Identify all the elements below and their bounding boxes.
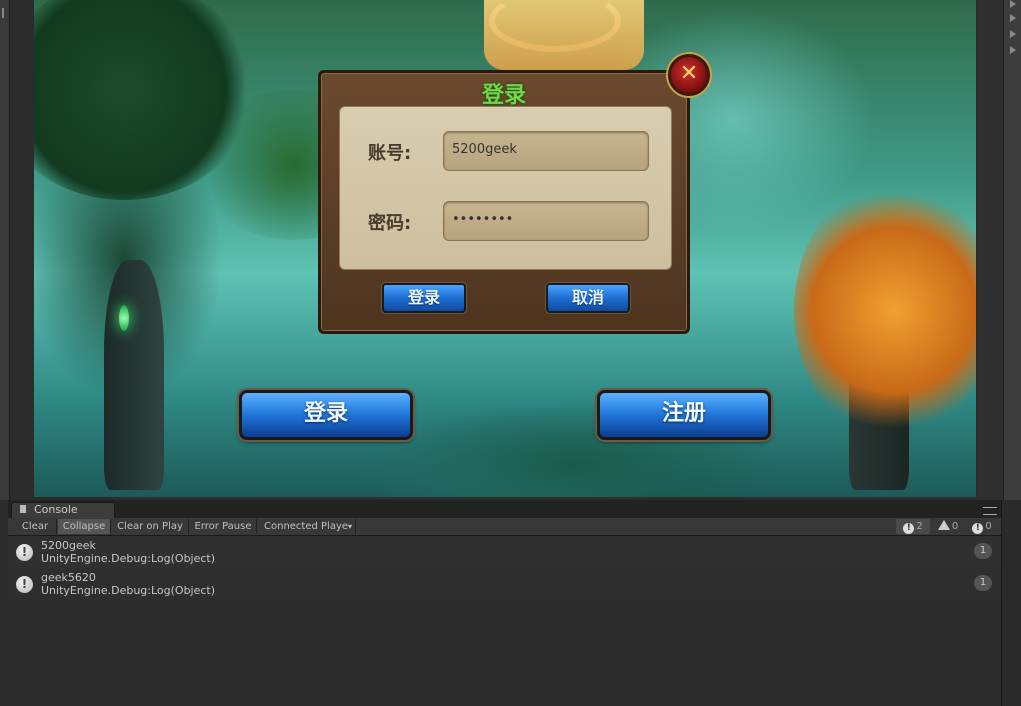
- log-message: 5200geek: [41, 539, 96, 552]
- connected-player-label: Connected Playe: [264, 521, 349, 532]
- expand-arrow-icon[interactable]: [1010, 0, 1016, 8]
- panel-menu-icon[interactable]: [983, 507, 997, 515]
- info-icon: !: [16, 576, 33, 593]
- log-count: 2: [916, 521, 923, 532]
- console-toolbar: Clear Collapse Clear on Play Error Pause…: [8, 518, 1001, 536]
- left-panel-strip: [0, 0, 10, 500]
- log-count-toggle[interactable]: ! 2: [896, 519, 930, 534]
- console-icon: [20, 505, 26, 513]
- main-login-button[interactable]: 登录: [239, 390, 413, 440]
- expand-arrow-icon[interactable]: [1010, 46, 1016, 54]
- login-form-panel: 账号: 5200geek 密码: ••••••••: [339, 106, 672, 270]
- chevron-down-icon: ▾: [347, 522, 352, 531]
- account-label: 账号:: [368, 143, 412, 164]
- log-source: UnityEngine.Debug:Log(Object): [41, 552, 216, 565]
- log-entry[interactable]: ! 5200geek UnityEngine.Debug:Log(Object)…: [8, 536, 1001, 568]
- warning-icon: [937, 520, 950, 530]
- expand-arrow-icon[interactable]: [1010, 14, 1016, 22]
- error-count-toggle[interactable]: ! 0: [966, 519, 998, 534]
- warning-count-toggle[interactable]: 0: [932, 519, 964, 534]
- close-icon[interactable]: ✕: [668, 54, 710, 96]
- console-tab-label: Console: [34, 503, 78, 516]
- error-pause-toggle[interactable]: Error Pause: [190, 519, 257, 534]
- dialog-cancel-button[interactable]: 取消: [546, 283, 630, 313]
- info-icon: !: [16, 544, 33, 561]
- login-dialog: 登录 账号: 5200geek 密码: •••••••• 登录 取消: [318, 70, 690, 334]
- log-message: geek5620: [41, 571, 96, 584]
- main-register-button[interactable]: 注册: [597, 390, 771, 440]
- panel-edge-icon: [2, 8, 8, 18]
- password-input[interactable]: ••••••••: [443, 201, 649, 241]
- error-icon: !: [972, 523, 984, 534]
- info-icon: !: [903, 523, 915, 534]
- password-label: 密码:: [368, 213, 412, 234]
- background-rock-pillar: [104, 260, 164, 490]
- account-input[interactable]: 5200geek: [443, 131, 649, 171]
- dialog-title: 登录: [481, 83, 526, 108]
- log-entry[interactable]: ! geek5620 UnityEngine.Debug:Log(Object)…: [8, 568, 1001, 600]
- console-scrollbar[interactable]: [1001, 500, 1021, 706]
- autumn-tree: [794, 180, 976, 440]
- connected-player-dropdown[interactable]: Connected Playe ▾: [258, 519, 356, 534]
- warning-count: 0: [951, 521, 959, 532]
- collapse-toggle[interactable]: Collapse: [58, 519, 111, 534]
- floating-temple: [484, 0, 644, 70]
- log-entry-count: 1: [974, 543, 992, 559]
- console-panel: Console Clear Collapse Clear on Play Err…: [8, 500, 1001, 706]
- log-source: UnityEngine.Debug:Log(Object): [41, 584, 216, 597]
- log-entry-count: 1: [974, 575, 992, 591]
- error-count: 0: [985, 521, 992, 532]
- clear-on-play-toggle[interactable]: Clear on Play: [112, 519, 189, 534]
- green-crystal: [119, 305, 129, 331]
- expand-arrow-icon[interactable]: [1010, 30, 1016, 38]
- clear-button[interactable]: Clear: [14, 519, 57, 534]
- right-panel-strip: [977, 0, 1021, 500]
- console-tab[interactable]: Console: [11, 502, 115, 518]
- dialog-login-button[interactable]: 登录: [382, 283, 466, 313]
- console-tab-bar: Console: [8, 500, 1001, 518]
- right-scrollbar[interactable]: [1003, 0, 1021, 500]
